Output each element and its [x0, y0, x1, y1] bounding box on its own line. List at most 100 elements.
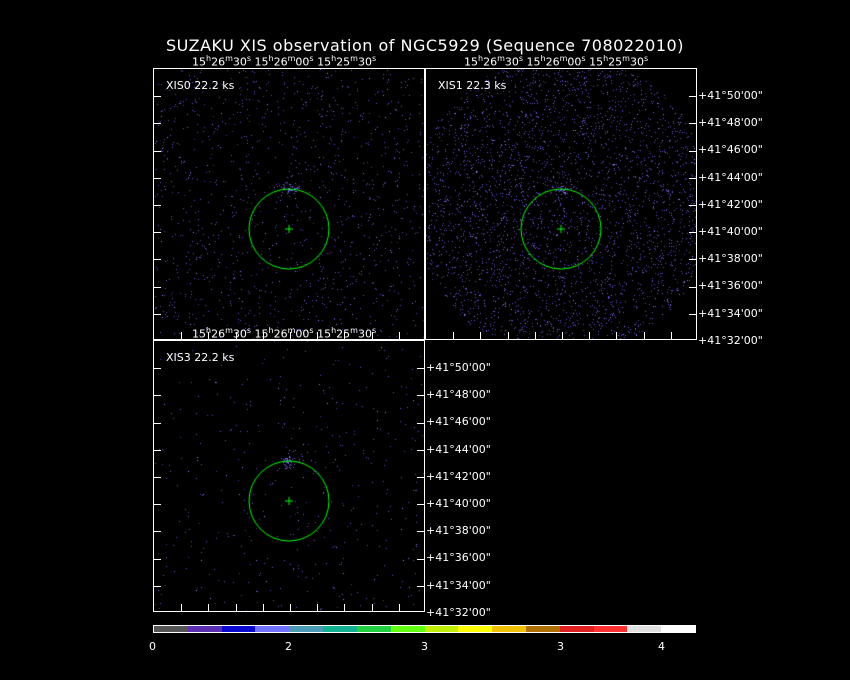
dec-tick-label: +41°36'00" [698, 279, 763, 293]
ra-tick-label: 15h26m00s [254, 54, 314, 69]
colorbar-segment [356, 626, 391, 632]
colorbar-segment [255, 626, 290, 632]
axis-tick [154, 150, 161, 152]
colorbar-segment [154, 626, 188, 632]
dec-tick-label: +41°46'00" [698, 143, 763, 157]
axis-tick [689, 286, 696, 288]
dec-tick-label: +41°38'00" [698, 252, 763, 266]
axis-tick [154, 504, 161, 506]
axis-tick [317, 604, 319, 611]
ra-tick-label: 15h25m30s [317, 54, 377, 69]
xis0-event-image [154, 69, 424, 339]
colorbar-segment [390, 626, 425, 632]
dec-tick-label: +41°34'00" [698, 306, 763, 320]
axis-tick [689, 96, 696, 98]
colorbar-label: 2 [285, 640, 292, 653]
axis-tick [154, 395, 161, 397]
colorbar-segment [424, 626, 459, 632]
xis0-exposure-label: XIS0 22.2 ks [166, 79, 235, 92]
axis-tick [417, 395, 424, 397]
ra-tick-label: 15h26m30s [192, 54, 252, 69]
dec-tick-label: +41°50'00" [426, 361, 491, 374]
axis-tick [689, 232, 696, 234]
dec-tick-label: +41°50'00" [698, 89, 763, 102]
xis3-exposure-label: XIS3 22.2 ks [166, 351, 235, 364]
dec-tick-label: +41°42'00" [426, 469, 491, 483]
axis-tick [417, 585, 424, 587]
dec-tick-label: +41°42'00" [698, 197, 763, 211]
ra-tick-label: 15h26m30s [192, 326, 252, 341]
dec-tick-label: +41°48'00" [698, 116, 763, 130]
xis1-image-panel: XIS1 22.3 ks [425, 68, 697, 340]
axis-tick [371, 604, 373, 611]
axis-tick [417, 422, 424, 424]
dec-tick-label: +41°32'00" [426, 605, 491, 619]
axis-tick [670, 332, 672, 339]
xis0-image-panel: XIS0 22.2 ks [153, 68, 425, 340]
axis-tick [154, 558, 161, 560]
dec-tick-label: +41°46'00" [426, 415, 491, 429]
axis-tick [562, 332, 563, 339]
axis-tick [417, 368, 424, 370]
colorbar-segment [661, 626, 695, 632]
axis-tick [689, 123, 696, 125]
figure-title: SUZAKU XIS observation of NGC5929 (Seque… [166, 36, 684, 55]
axis-tick [398, 332, 400, 339]
axis-tick [154, 286, 161, 288]
axis-tick [534, 332, 536, 339]
colorbar-segment [559, 626, 594, 632]
ra-tick-label: 15h26m00s [254, 326, 314, 341]
axis-tick [154, 531, 161, 533]
axis-tick [417, 477, 424, 478]
xis0-ra-axis-labels: 15h26m30s 15h26m00s 15h25m30s [192, 54, 376, 69]
colorbar-segment [593, 626, 628, 632]
axis-tick [154, 422, 161, 424]
axis-tick [208, 604, 210, 611]
axis-tick [689, 150, 696, 152]
axis-tick [154, 177, 161, 179]
axis-tick [181, 332, 183, 339]
colorbar-segment [221, 626, 256, 632]
axis-tick [154, 449, 161, 451]
axis-tick [417, 531, 424, 533]
axis-tick [616, 332, 618, 339]
xis3-image-panel: XIS3 22.2 ks [153, 340, 425, 612]
axis-tick [480, 332, 482, 339]
dec-tick-label: +41°40'00" [426, 497, 491, 510]
dec-tick-label: +41°44'00" [698, 170, 763, 184]
colorbar-label: 4 [658, 640, 665, 653]
xis1-event-image [426, 69, 696, 339]
axis-tick [154, 477, 161, 478]
axis-tick [689, 177, 696, 179]
axis-tick [154, 259, 161, 261]
axis-tick [154, 368, 161, 370]
axis-tick [154, 313, 161, 315]
colorbar-segment [627, 626, 662, 632]
dec-tick-label: +41°34'00" [426, 578, 491, 592]
colorbar-label: 0 [149, 640, 156, 653]
dec-tick-label: +41°40'00" [698, 225, 763, 238]
colorbar-label: 3 [421, 640, 428, 653]
axis-tick [262, 604, 264, 611]
axis-tick [417, 504, 424, 506]
colorbar-label: 3 [557, 640, 564, 653]
dec-tick-label: +41°32'00" [698, 333, 763, 347]
dec-tick-label: +41°48'00" [426, 388, 491, 402]
axis-tick [417, 449, 424, 451]
axis-tick [398, 604, 400, 611]
dec-tick-label: +41°38'00" [426, 524, 491, 538]
axis-tick [235, 604, 237, 611]
intensity-colorbar [153, 625, 696, 633]
axis-tick [589, 332, 591, 339]
axis-tick [507, 332, 509, 339]
colorbar-segment [187, 626, 222, 632]
colorbar-segment [492, 626, 526, 632]
axis-tick [154, 232, 161, 234]
ra-tick-label: 15h26m00s [526, 54, 586, 69]
axis-tick [344, 604, 346, 611]
dec-tick-label: +41°36'00" [426, 551, 491, 565]
axis-tick [453, 332, 455, 339]
ra-tick-label: 15h26m30s [464, 54, 524, 69]
colorbar-segment [323, 626, 357, 632]
xis3-event-image [154, 341, 424, 611]
